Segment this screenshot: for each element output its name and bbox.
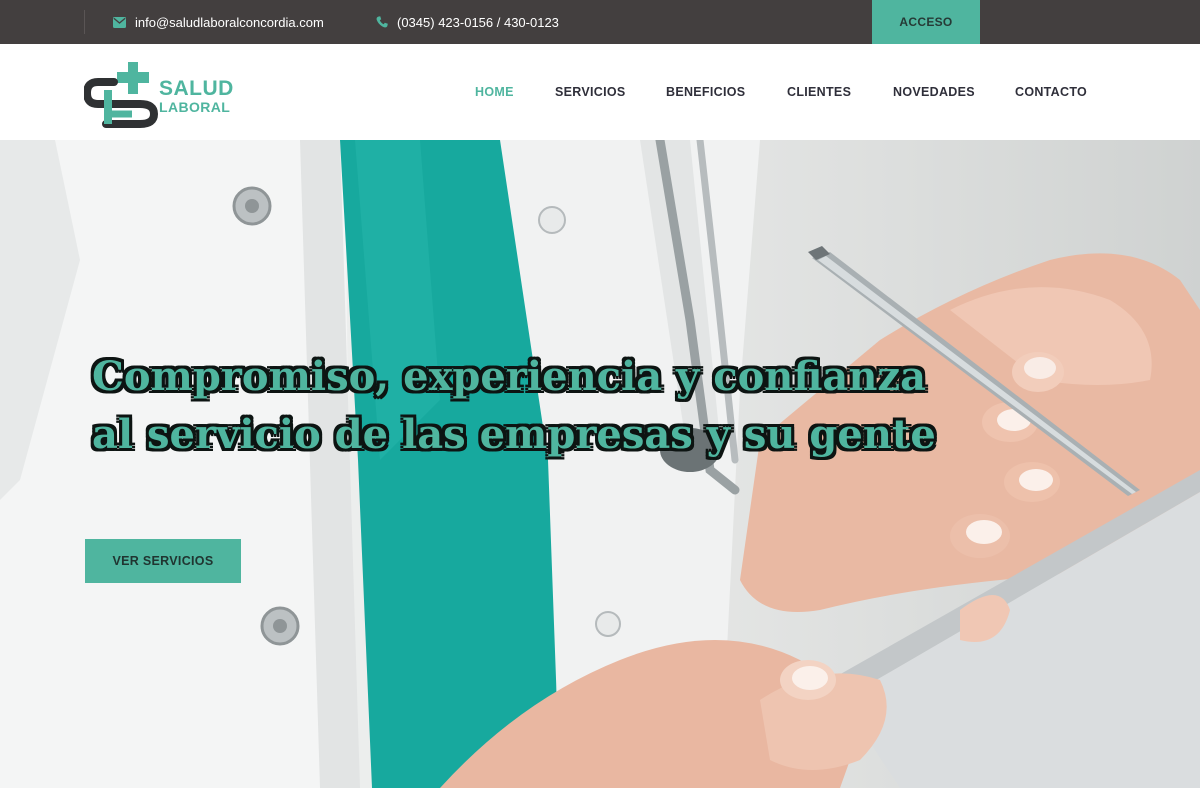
hero-headline: Compromiso, experiencia y confianza al s… — [92, 348, 1072, 464]
hero-headline-line-2: al servicio de las empresas y su gente — [92, 411, 936, 458]
nav-item-contacto[interactable]: CONTACTO — [1015, 44, 1087, 140]
hero-background-image — [0, 140, 1200, 788]
access-button[interactable]: ACCESO — [872, 0, 980, 44]
phone-text: (0345) 423-0156 / 430-0123 — [397, 14, 559, 30]
topbar-divider — [84, 10, 85, 34]
phone-icon — [376, 16, 388, 28]
nav-item-servicios[interactable]: SERVICIOS — [555, 44, 626, 140]
email-text: info@saludlaboralconcordia.com — [135, 14, 324, 30]
nav-item-clientes[interactable]: CLIENTES — [787, 44, 851, 140]
page-bottom-edge — [0, 788, 1200, 800]
nav-item-novedades[interactable]: NOVEDADES — [893, 44, 975, 140]
nav-item-home[interactable]: HOME — [475, 44, 514, 140]
view-services-button[interactable]: VER SERVICIOS — [85, 539, 241, 583]
email-link[interactable]: info@saludlaboralconcordia.com — [113, 0, 324, 44]
hero-headline-line-1: Compromiso, experiencia y confianza — [92, 353, 927, 400]
brand-line-2: LABORAL — [159, 99, 231, 115]
hero-banner: Compromiso, experiencia y confianza al s… — [0, 140, 1200, 788]
brand-name: SALUD LABORAL — [159, 78, 234, 114]
nav-item-beneficios[interactable]: BENEFICIOS — [666, 44, 745, 140]
phone-link[interactable]: (0345) 423-0156 / 430-0123 — [376, 0, 559, 44]
envelope-icon — [113, 16, 126, 28]
main-header: SALUD LABORAL HOME SERVICIOS BENEFICIOS … — [0, 44, 1200, 140]
brand-line-1: SALUD — [159, 77, 234, 100]
top-bar: info@saludlaboralconcordia.com (0345) 42… — [0, 0, 1200, 44]
